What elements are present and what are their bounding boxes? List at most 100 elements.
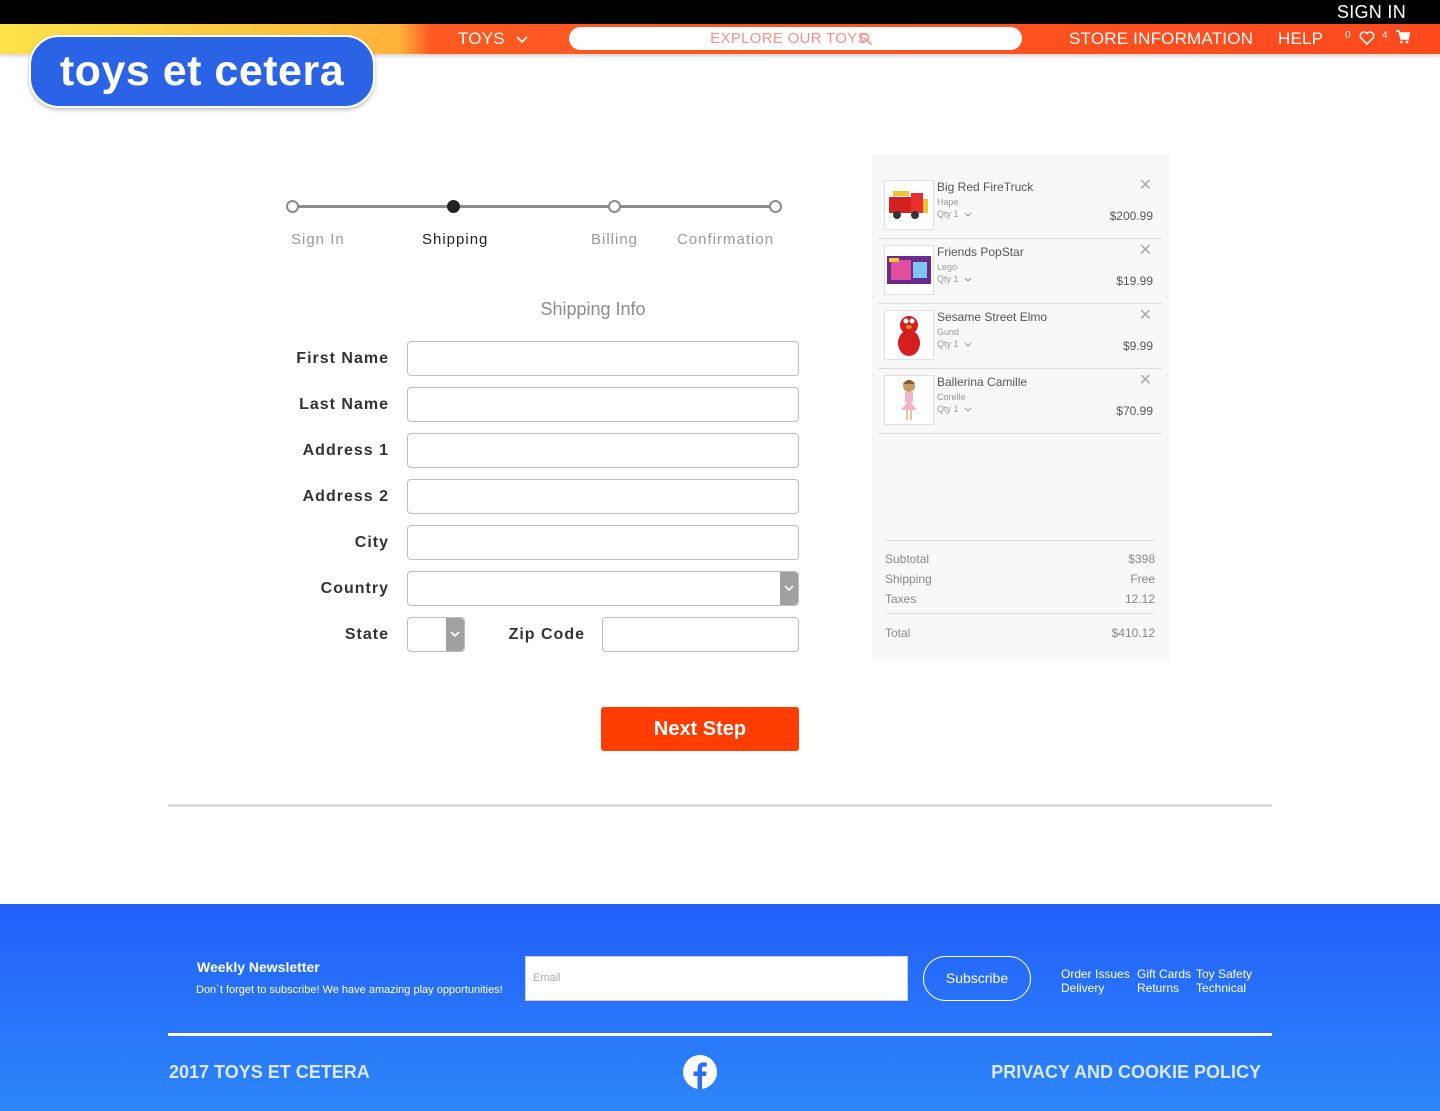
heart-icon[interactable] xyxy=(1359,31,1375,45)
email-input[interactable]: Email xyxy=(525,956,908,1001)
address1-label: Address 1 xyxy=(302,442,389,459)
zip-code-field[interactable] xyxy=(602,617,799,652)
item-qty: Qty 1 xyxy=(937,209,959,219)
item-name[interactable]: Sesame Street Elmo xyxy=(937,310,1047,324)
item-qty-select[interactable]: Qty 1 xyxy=(937,339,972,349)
item-qty: Qty 1 xyxy=(937,404,959,414)
close-icon[interactable]: ✕ xyxy=(1139,373,1152,389)
subtotal-label: Subtotal xyxy=(885,552,930,566)
taxes-value: 12.12 xyxy=(1124,592,1155,606)
chevron-down-icon xyxy=(784,585,794,592)
help-link[interactable]: HELP xyxy=(1278,24,1323,54)
search-icon[interactable] xyxy=(859,32,873,46)
step-dot-billing xyxy=(608,200,621,213)
first-name-field[interactable] xyxy=(407,341,799,376)
cart-item: Friends PopStar Lego Qty 1 $19.99 ✕ xyxy=(878,238,1162,304)
summary-divider xyxy=(885,540,1155,541)
address2-label: Address 2 xyxy=(302,488,389,505)
form-title: Shipping Info xyxy=(540,299,646,319)
step-label-confirmation[interactable]: Confirmation xyxy=(677,231,774,248)
address2-field[interactable] xyxy=(407,479,799,514)
chevron-down-icon xyxy=(964,212,972,217)
item-qty-select[interactable]: Qty 1 xyxy=(937,209,972,219)
product-image-elmo[interactable] xyxy=(884,310,934,360)
item-qty-select[interactable]: Qty 1 xyxy=(937,404,972,414)
facebook-icon[interactable] xyxy=(683,1055,717,1089)
wishlist-count: 0 xyxy=(1345,30,1351,41)
taxes-row: Taxes 12.12 xyxy=(885,592,1155,606)
last-name-label: Last Name xyxy=(299,396,389,413)
step-dot-sign-in xyxy=(286,200,299,213)
toys-menu[interactable]: TOYS xyxy=(458,24,528,54)
store-information-link[interactable]: STORE INFORMATION xyxy=(1069,24,1253,54)
step-dot-confirmation xyxy=(769,200,782,213)
footer-link-technical[interactable]: Technical xyxy=(1196,981,1246,995)
cart-item: Big Red FireTruck Hape Qty 1 $200.99 ✕ xyxy=(878,173,1162,239)
sign-in-link[interactable]: SIGN IN xyxy=(1337,0,1406,24)
total-label: Total xyxy=(885,626,911,640)
toys-menu-label: TOYS xyxy=(458,29,505,48)
last-name-field[interactable] xyxy=(407,387,799,422)
taxes-label: Taxes xyxy=(885,592,917,606)
footer-link-returns[interactable]: Returns xyxy=(1137,981,1179,995)
product-image-ballerina[interactable] xyxy=(884,375,934,425)
product-image-popstar[interactable] xyxy=(884,245,934,295)
city-field[interactable] xyxy=(407,525,799,560)
logo-text: toys et cetera xyxy=(59,47,345,95)
next-step-button[interactable]: Next Step xyxy=(601,707,799,751)
footer-link-delivery[interactable]: Delivery xyxy=(1061,981,1104,995)
search-input[interactable] xyxy=(569,27,1009,50)
item-brand: Corelle xyxy=(937,392,966,402)
subtotal-row: Subtotal $398 xyxy=(885,552,1155,566)
item-name[interactable]: Ballerina Camille xyxy=(937,375,1027,389)
product-image-firetruck[interactable] xyxy=(884,180,934,230)
footer-link-gift-cards[interactable]: Gift Cards xyxy=(1137,967,1191,981)
footer-link-order-issues[interactable]: Order Issues xyxy=(1061,967,1130,981)
chevron-down-icon xyxy=(964,277,972,282)
shipping-row: Shipping Free xyxy=(885,572,1155,586)
cart-item: Ballerina Camille Corelle Qty 1 $70.99 ✕ xyxy=(878,368,1162,434)
total-value: $410.12 xyxy=(1111,626,1155,640)
email-placeholder: Email xyxy=(533,972,561,984)
cart-item: Sesame Street Elmo Gund Qty 1 $9.99 ✕ xyxy=(878,303,1162,369)
chevron-down-icon xyxy=(964,342,972,347)
newsletter-text: Don`t forget to subscribe! We have amazi… xyxy=(196,984,503,996)
city-label: City xyxy=(354,534,389,551)
item-brand: Lego xyxy=(937,262,958,272)
copyright: 2017 TOYS ET CETERA xyxy=(169,1062,370,1082)
shipping-value: Free xyxy=(1130,572,1155,586)
step-dot-shipping xyxy=(447,200,460,213)
item-name[interactable]: Friends PopStar xyxy=(937,245,1024,259)
item-brand: Hape xyxy=(937,197,959,207)
progress-track xyxy=(292,205,776,208)
step-label-sign-in[interactable]: Sign In xyxy=(291,231,345,248)
step-label-shipping[interactable]: Shipping xyxy=(422,231,488,248)
item-qty: Qty 1 xyxy=(937,339,959,349)
close-icon[interactable]: ✕ xyxy=(1139,243,1152,259)
country-label: Country xyxy=(320,580,389,597)
logo[interactable]: toys et cetera xyxy=(29,35,375,108)
item-price: $200.99 xyxy=(1109,209,1153,223)
close-icon[interactable]: ✕ xyxy=(1139,178,1152,194)
chevron-down-icon xyxy=(516,36,528,44)
state-label: State xyxy=(344,626,389,643)
item-price: $19.99 xyxy=(1116,274,1153,288)
address1-field[interactable] xyxy=(407,433,799,468)
country-dropdown-button[interactable] xyxy=(780,572,798,605)
item-qty: Qty 1 xyxy=(937,274,959,284)
country-select[interactable] xyxy=(407,571,799,606)
footer-link-toy-safety[interactable]: Toy Safety xyxy=(1196,967,1252,981)
cart-icon[interactable] xyxy=(1396,30,1410,44)
zip-code-label: Zip Code xyxy=(508,626,585,643)
newsletter-title: Weekly Newsletter xyxy=(197,959,320,975)
privacy-policy-link[interactable]: PRIVACY AND COOKIE POLICY xyxy=(991,1062,1261,1083)
step-label-billing[interactable]: Billing xyxy=(591,231,638,248)
footer-divider xyxy=(168,1033,1272,1036)
item-name[interactable]: Big Red FireTruck xyxy=(937,180,1033,194)
item-qty-select[interactable]: Qty 1 xyxy=(937,274,972,284)
chevron-down-icon xyxy=(964,407,972,412)
subscribe-button[interactable]: Subscribe xyxy=(923,956,1031,1001)
close-icon[interactable]: ✕ xyxy=(1139,308,1152,324)
top-bar xyxy=(0,0,1440,24)
total-row: Total $410.12 xyxy=(885,626,1155,640)
